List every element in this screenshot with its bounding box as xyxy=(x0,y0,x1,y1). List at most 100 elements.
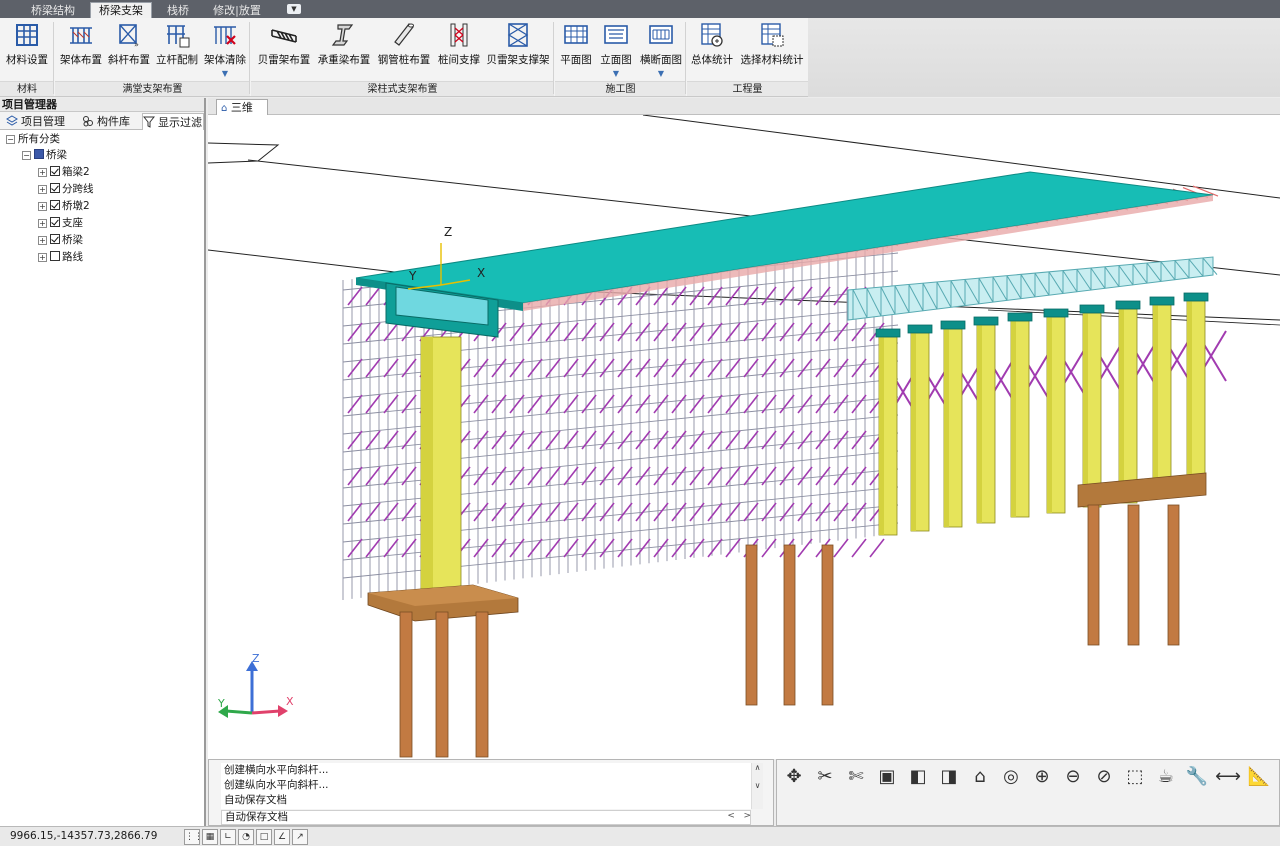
ribbon: 材料设置 材料 架体布置 » 斜杆布置 立杆配制 架体清除 ▼ 满堂支架布置 贝… xyxy=(0,18,1280,97)
split-icon[interactable]: ✄ xyxy=(843,764,869,790)
bailey-truss-button[interactable]: 贝雷架布置 xyxy=(255,20,313,80)
group-title-quantity: 工程量 xyxy=(687,81,808,96)
side-view-icon[interactable]: ◨ xyxy=(936,764,962,790)
polar-icon[interactable]: ◔ xyxy=(238,829,254,845)
select-material-stats-button[interactable]: 选择材料统计 xyxy=(737,20,807,80)
teapot-render-icon[interactable]: ☕ xyxy=(1153,764,1179,790)
panel-tabs: 项目管理 构件库 显示过滤 xyxy=(0,112,204,130)
tree-item[interactable]: + 桥梁 xyxy=(38,232,83,248)
elevation-view-button[interactable]: 立面图 ▼ xyxy=(597,20,635,80)
tab-component-library[interactable]: 构件库 xyxy=(82,113,138,130)
tree-item[interactable]: + 分跨线 xyxy=(38,181,94,197)
ribbon-group-construction-drawing: 平面图 立面图 ▼ 横断面图 ▼ 施工图 xyxy=(555,18,686,97)
zoom-extents-icon[interactable]: ⊕ xyxy=(1029,764,1055,790)
tree-checkbox[interactable] xyxy=(50,251,60,261)
object-snap-icon[interactable]: □ xyxy=(256,829,272,845)
tab-trestle[interactable]: 栈桥 xyxy=(158,3,198,18)
material-settings-button[interactable]: 材料设置 xyxy=(2,20,52,80)
bailey-support-icon xyxy=(507,23,529,47)
bridge-3d-model[interactable] xyxy=(208,115,1280,759)
tree-item[interactable]: + 桥墩2 xyxy=(38,198,90,214)
grid-icon[interactable]: ▦ xyxy=(202,829,218,845)
dynamic-input-icon[interactable]: ↗ xyxy=(292,829,308,845)
bailey-truss-icon xyxy=(271,29,297,43)
collapse-icon[interactable]: − xyxy=(6,135,15,144)
angle-icon[interactable]: ∠ xyxy=(274,829,290,845)
expand-icon[interactable]: + xyxy=(38,253,47,262)
tab-modify-place[interactable]: 修改|放置 xyxy=(204,3,270,18)
wrench-icon[interactable]: 🔧 xyxy=(1184,764,1210,790)
orbit-icon[interactable]: ◎ xyxy=(998,764,1024,790)
group-title-beam-column: 梁柱式支架布置 xyxy=(251,81,554,96)
diagonal-bar-icon: » xyxy=(119,24,139,48)
frame-layout-button[interactable]: 架体布置 xyxy=(58,20,104,80)
ribbon-group-beam-column-support: 贝雷架布置 承重梁布置 钢管桩布置 桩间支撑 贝雷架支撑架 梁柱式支架布置 xyxy=(251,18,554,97)
partial-checkbox[interactable] xyxy=(34,149,44,159)
command-panel: 创建横向水平向斜杆... 创建纵向水平向斜杆... 自动保存文档 ∧ ∨ 自动保存… xyxy=(208,759,774,826)
tree-root[interactable]: − 所有分类 xyxy=(6,131,60,147)
expand-icon[interactable]: + xyxy=(38,236,47,245)
tree-checkbox[interactable] xyxy=(50,166,60,176)
ribbon-group-full-support: 架体布置 » 斜杆布置 立杆配制 架体清除 ▼ 满堂支架布置 xyxy=(55,18,250,97)
steel-pipe-pile-button[interactable]: 钢管桩布置 xyxy=(375,20,433,80)
tree-checkbox[interactable] xyxy=(50,183,60,193)
zoom-window-icon[interactable]: ⊘ xyxy=(1091,764,1117,790)
home-view-icon[interactable]: ⌂ xyxy=(967,764,993,790)
group-title-full-support: 满堂支架布置 xyxy=(55,81,250,96)
pile-bracing-button[interactable]: 桩间支撑 xyxy=(435,20,483,80)
command-input[interactable]: 自动保存文档 xyxy=(221,810,751,825)
panel-title: 项目管理器 xyxy=(0,98,204,112)
tab-bridge-support[interactable]: 桥梁支架 xyxy=(90,2,152,18)
ribbon-tab-strip: 桥梁结构 桥梁支架 栈桥 修改|放置 ▼ xyxy=(0,0,1280,18)
expand-icon[interactable]: + xyxy=(38,185,47,194)
tab-3d-view[interactable]: ⌂ 三维 xyxy=(216,99,268,115)
chevron-down-icon[interactable]: ▼ xyxy=(202,69,248,78)
ribbon-collapse-button[interactable]: ▼ xyxy=(287,4,301,14)
triad-z-label: Z xyxy=(252,652,260,665)
move-icon[interactable]: ✥ xyxy=(781,764,807,790)
project-manager-panel: 项目管理器 项目管理 构件库 显示过滤 − 所有分类 − 桥梁 + 箱梁2 + 分跨线 … xyxy=(0,98,206,826)
total-stats-button[interactable]: 总体统计 xyxy=(689,20,735,80)
tree-item[interactable]: + 路线 xyxy=(38,249,83,265)
cross-section-icon xyxy=(649,25,673,44)
diagonal-bar-button[interactable]: » 斜杆布置 xyxy=(106,20,152,80)
chevron-down-icon[interactable]: ▼ xyxy=(597,69,635,78)
vertical-bar-config-icon xyxy=(167,25,190,48)
tree-checkbox[interactable] xyxy=(50,200,60,210)
input-scroll-arrows[interactable]: < > xyxy=(727,811,751,821)
measure-icon[interactable]: ⟷ xyxy=(1215,764,1241,790)
plan-view-button[interactable]: 平面图 xyxy=(557,20,595,80)
frame-clear-button[interactable]: 架体清除 ▼ xyxy=(202,20,248,80)
log-line: 创建纵向水平向斜杆... xyxy=(224,779,329,791)
ortho-icon[interactable]: ∟ xyxy=(220,829,236,845)
vertical-bar-config-button[interactable]: 立杆配制 xyxy=(154,20,200,80)
zoom-in-icon[interactable]: ⊖ xyxy=(1060,764,1086,790)
expand-icon[interactable]: + xyxy=(38,219,47,228)
tree-item[interactable]: + 箱梁2 xyxy=(38,164,90,180)
log-scrollbar[interactable]: ∧ ∨ xyxy=(751,763,763,809)
tree-checkbox[interactable] xyxy=(50,217,60,227)
front-view-icon[interactable]: ◧ xyxy=(905,764,931,790)
bearing-beam-icon xyxy=(331,24,354,46)
tab-bridge-structure[interactable]: 桥梁结构 xyxy=(22,3,84,18)
tree-checkbox[interactable] xyxy=(50,234,60,244)
axis-triad xyxy=(218,661,288,718)
ruler-icon[interactable]: 📐 xyxy=(1246,764,1272,790)
tab-project-management[interactable]: 项目管理 xyxy=(6,113,76,130)
tree-node-bridge[interactable]: − 桥梁 xyxy=(22,147,67,163)
tab-display-filter[interactable]: 显示过滤 xyxy=(142,113,204,130)
collapse-icon[interactable]: − xyxy=(22,151,31,160)
3d-viewport[interactable]: Z Y X Z Y X xyxy=(208,115,1280,759)
bearing-beam-button[interactable]: 承重梁布置 xyxy=(315,20,373,80)
cross-section-button[interactable]: 横断面图 ▼ xyxy=(637,20,685,80)
snap-grid-icon[interactable]: ⋮⋮ xyxy=(184,829,203,845)
expand-icon[interactable]: + xyxy=(38,202,47,211)
cut-icon[interactable]: ✂ xyxy=(812,764,838,790)
expand-icon[interactable]: + xyxy=(38,168,47,177)
tree-item[interactable]: + 支座 xyxy=(38,215,83,231)
box-view-icon[interactable]: ▣ xyxy=(874,764,900,790)
pile-bracing-icon xyxy=(450,23,468,47)
select-box-icon[interactable]: ⬚ xyxy=(1122,764,1148,790)
bailey-support-button[interactable]: 贝雷架支撑架 xyxy=(485,20,551,80)
chevron-down-icon[interactable]: ▼ xyxy=(637,69,685,78)
